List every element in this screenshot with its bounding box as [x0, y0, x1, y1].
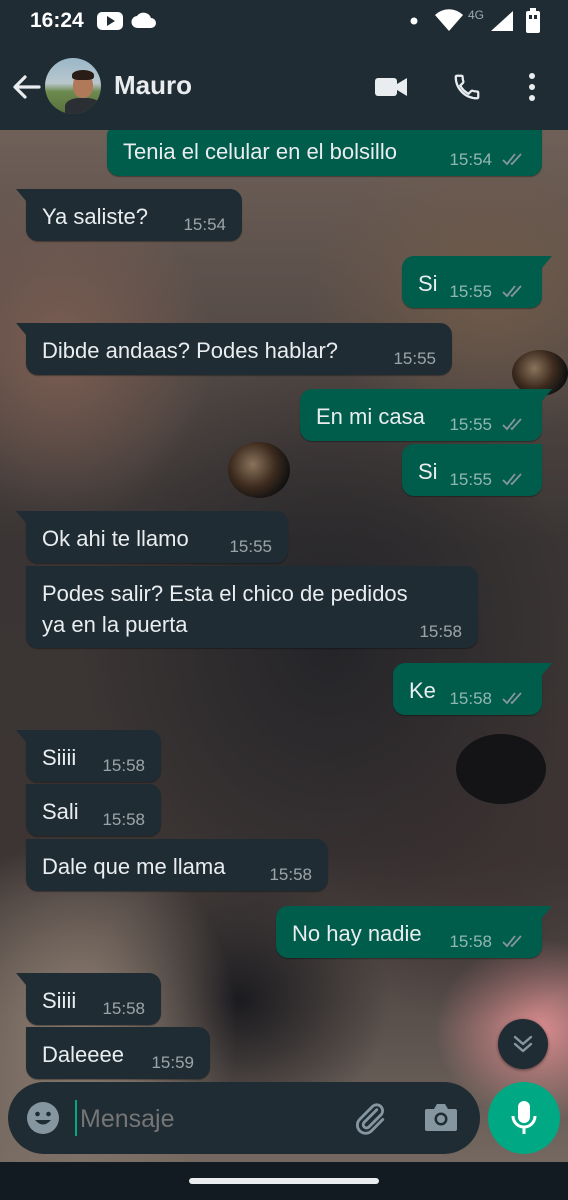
message-text: Dale que me llama [42, 854, 226, 879]
wallpaper-dog-eye-left [228, 442, 290, 498]
contact-name[interactable]: Mauro [114, 70, 192, 101]
message-time: 15:59 [151, 1053, 194, 1072]
voice-message-button[interactable] [488, 1082, 560, 1154]
message-text: Tenia el celular en el bolsillo [123, 139, 397, 164]
emoji-icon[interactable] [26, 1101, 60, 1135]
read-ticks-icon [502, 285, 522, 298]
message-incoming[interactable]: Siiii 15:58 [16, 730, 161, 782]
bubble-tail [542, 906, 552, 918]
attach-icon[interactable] [352, 1100, 388, 1136]
bubble-tail [542, 663, 552, 675]
message-outgoing[interactable]: Ke 15:58 [393, 663, 552, 715]
scroll-to-bottom-button[interactable] [498, 1019, 548, 1069]
message-incoming[interactable]: Ok ahi te llamo 15:55 [16, 511, 288, 563]
network-type: 4G [468, 8, 485, 22]
camera-icon[interactable] [424, 1102, 458, 1132]
text-cursor [75, 1100, 77, 1136]
message-text: Daleeee [42, 1042, 124, 1067]
message-time: 15:55 [229, 537, 272, 556]
bubble-tail [16, 973, 26, 985]
chat-header: Mauro [0, 42, 568, 130]
message-time: 15:55 [449, 470, 492, 489]
system-nav-bar [0, 1162, 568, 1200]
message-outgoing[interactable]: No hay nadie 15:58 [276, 906, 552, 958]
message-text: Podes salir? Esta el chico de pedidos ya… [42, 581, 408, 637]
message-incoming[interactable]: Siiii 15:58 [16, 973, 161, 1025]
mic-icon [511, 1101, 537, 1134]
message-time: 15:58 [269, 865, 312, 884]
message-outgoing[interactable]: Si 15:55 [402, 444, 542, 496]
message-text: Siiii [42, 988, 77, 1013]
bubble-tail [542, 256, 552, 268]
signal-icon [491, 11, 513, 31]
message-text: Ke [409, 678, 436, 703]
home-gesture-bar[interactable] [189, 1178, 379, 1184]
message-text: Dibde andaas? Podes hablar? [42, 338, 339, 363]
message-incoming[interactable]: Daleeee 15:59 [26, 1027, 210, 1079]
wallpaper-dog-nose [456, 734, 546, 804]
wifi-icon [435, 9, 463, 31]
message-time: 15:54 [183, 215, 226, 234]
message-outgoing[interactable]: Tenia el celular en el bolsillo 15:54 [107, 130, 542, 176]
message-incoming[interactable]: Dibde andaas? Podes hablar? 15:55 [16, 323, 452, 375]
message-time: 15:58 [449, 689, 492, 708]
status-bar: 16:24 4G [0, 0, 568, 42]
message-incoming[interactable]: Ya saliste? 15:54 [16, 189, 242, 241]
chat-wallpaper: Tenia el celular en el bolsillo 15:54 Ya… [0, 130, 568, 1162]
message-time: 15:58 [102, 756, 145, 775]
cloud-icon [131, 12, 156, 29]
message-incoming[interactable]: Podes salir? Esta el chico de pedidos ya… [26, 566, 478, 648]
message-outgoing[interactable]: Si 15:55 [402, 256, 552, 308]
bubble-tail [16, 189, 26, 201]
read-ticks-icon [502, 418, 522, 431]
avatar[interactable] [45, 58, 101, 114]
message-text: Siiii [42, 745, 77, 770]
more-vert-icon[interactable] [527, 72, 537, 102]
message-time: 15:55 [393, 349, 436, 368]
status-time: 16:24 [30, 9, 84, 32]
avatar-hair [72, 70, 94, 80]
message-incoming[interactable]: Sali 15:58 [26, 784, 161, 836]
message-text: Ya saliste? [42, 204, 148, 229]
youtube-icon [97, 12, 123, 30]
bubble-tail [16, 323, 26, 335]
double-chevron-down-icon [513, 1035, 533, 1053]
message-time: 15:55 [449, 415, 492, 434]
message-text: Ok ahi te llamo [42, 526, 189, 551]
message-composer [8, 1082, 480, 1154]
message-input[interactable] [78, 1098, 332, 1140]
phone-icon[interactable] [452, 72, 482, 102]
notification-dot-icon [410, 17, 418, 25]
read-ticks-icon [502, 153, 522, 166]
battery-icon [526, 8, 540, 33]
video-call-icon[interactable] [374, 75, 408, 99]
message-time: 15:58 [419, 622, 462, 641]
read-ticks-icon [502, 935, 522, 948]
message-incoming[interactable]: Dale que me llama 15:58 [26, 839, 328, 891]
message-text: Sali [42, 799, 79, 824]
bubble-tail [542, 389, 552, 401]
read-ticks-icon [502, 692, 522, 705]
bubble-tail [16, 511, 26, 523]
message-time: 15:58 [449, 932, 492, 951]
message-text: Si [418, 271, 438, 296]
message-time: 15:54 [449, 150, 492, 169]
message-text: Si [418, 459, 438, 484]
read-ticks-icon [502, 473, 522, 486]
bubble-tail [16, 730, 26, 742]
message-text: No hay nadie [292, 921, 422, 946]
avatar-shirt [65, 98, 101, 114]
message-time: 15:58 [102, 810, 145, 829]
message-time: 15:58 [102, 999, 145, 1018]
message-time: 15:55 [449, 282, 492, 301]
back-arrow-icon[interactable] [11, 73, 41, 101]
message-outgoing[interactable]: En mi casa 15:55 [300, 389, 552, 441]
message-text: En mi casa [316, 404, 425, 429]
